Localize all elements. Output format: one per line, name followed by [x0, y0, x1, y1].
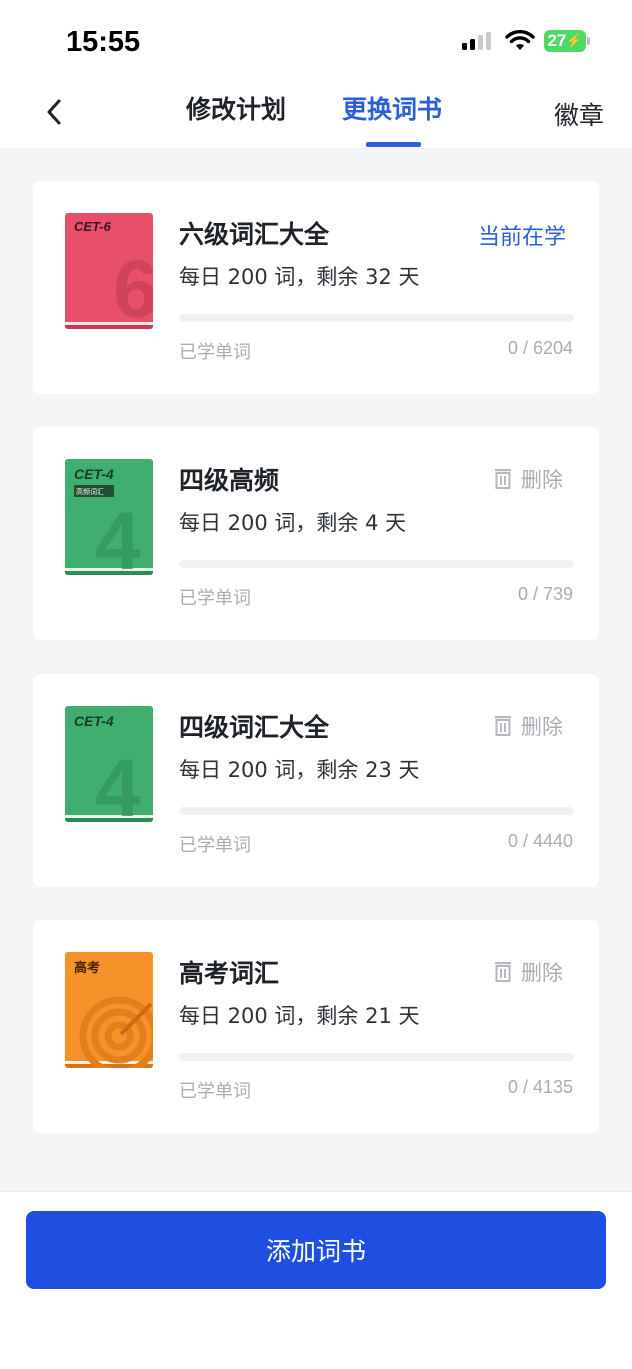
book-cover: 高考	[65, 952, 153, 1068]
book-title: 四级高频	[179, 466, 280, 495]
progress-bar	[179, 807, 574, 815]
delete-label: 删除	[521, 715, 563, 739]
delete-button[interactable]: 删除	[493, 464, 563, 494]
book-title: 高考词汇	[179, 959, 280, 988]
learned-label: 已学单词	[179, 835, 251, 856]
book-plan: 每日 200 词，剩余 4 天	[179, 511, 407, 535]
cover-label: 高考	[74, 960, 100, 976]
bottom-bar: 添加词书	[0, 1191, 632, 1369]
delete-label: 删除	[521, 961, 563, 985]
status-time: 15:55	[66, 26, 141, 58]
cover-digit: 4	[95, 496, 141, 575]
cover-label: CET-4	[74, 466, 114, 482]
progress-bar	[179, 560, 574, 568]
add-book-button[interactable]: 添加词书	[26, 1211, 606, 1289]
badges-button[interactable]: 徽章	[554, 96, 604, 132]
current-learning-status: 当前在学	[477, 225, 566, 250]
back-button[interactable]	[36, 92, 72, 132]
cover-digit: 6	[113, 244, 153, 329]
book-plan: 每日 200 词，剩余 23 天	[179, 758, 420, 782]
chevron-left-icon	[47, 99, 61, 125]
battery-level: 27	[547, 31, 567, 50]
battery-icon: 27 ⚡	[544, 30, 586, 52]
learned-count: 0 / 4135	[507, 1077, 573, 1097]
book-card-cet6[interactable]: 6 CET-6 六级词汇大全 每日 200 词，剩余 32 天 当前在学 已学单…	[33, 181, 599, 394]
wifi-icon	[505, 30, 535, 50]
nav-bar: 修改计划 更换词书 徽章	[0, 80, 632, 148]
book-card-gaokao[interactable]: 高考 高考词汇 每日 200 词，剩余 21 天 删除 已学单词 0 / 413…	[33, 920, 599, 1133]
book-card-cet4-full[interactable]: 4 CET-4 四级词汇大全 每日 200 词，剩余 23 天 删除 已学单词 …	[33, 674, 599, 887]
delete-button[interactable]: 删除	[493, 711, 563, 741]
cover-label: CET-4	[74, 713, 114, 729]
delete-label: 删除	[521, 468, 563, 492]
progress-bar	[179, 1053, 574, 1061]
cover-sublabel: 高频词汇	[76, 487, 104, 496]
progress-bar	[179, 314, 574, 322]
cover-digit: 4	[95, 743, 141, 822]
learned-count: 0 / 6204	[507, 338, 573, 358]
status-bar: 15:55 27 ⚡	[0, 0, 632, 80]
book-plan: 每日 200 词，剩余 32 天	[179, 265, 420, 289]
book-plan: 每日 200 词，剩余 21 天	[179, 1004, 420, 1028]
battery-cap	[587, 37, 590, 45]
delete-button[interactable]: 删除	[493, 957, 563, 987]
book-card-cet4-frequent[interactable]: 4 CET-4 高频词汇 四级高频 每日 200 词，剩余 4 天 删除 已学单…	[33, 427, 599, 640]
learned-label: 已学单词	[179, 342, 251, 363]
learned-label: 已学单词	[179, 588, 251, 609]
learned-label: 已学单词	[179, 1081, 251, 1102]
book-title: 四级词汇大全	[179, 713, 330, 742]
learned-count: 0 / 4440	[507, 831, 573, 851]
book-cover: 4 CET-4 高频词汇	[65, 459, 153, 575]
tab-change-book[interactable]: 更换词书	[342, 90, 442, 126]
trash-icon	[495, 962, 511, 982]
book-cover: 6 CET-6	[65, 213, 153, 329]
trash-icon	[495, 469, 511, 489]
tab-active-indicator	[366, 142, 421, 147]
tab-modify-plan[interactable]: 修改计划	[186, 90, 286, 126]
learned-count: 0 / 739	[517, 584, 573, 604]
cellular-signal-icon	[462, 32, 491, 50]
trash-icon	[495, 716, 511, 736]
book-title: 六级词汇大全	[179, 220, 330, 249]
book-cover: 4 CET-4	[65, 706, 153, 822]
cover-label: CET-6	[74, 219, 112, 234]
